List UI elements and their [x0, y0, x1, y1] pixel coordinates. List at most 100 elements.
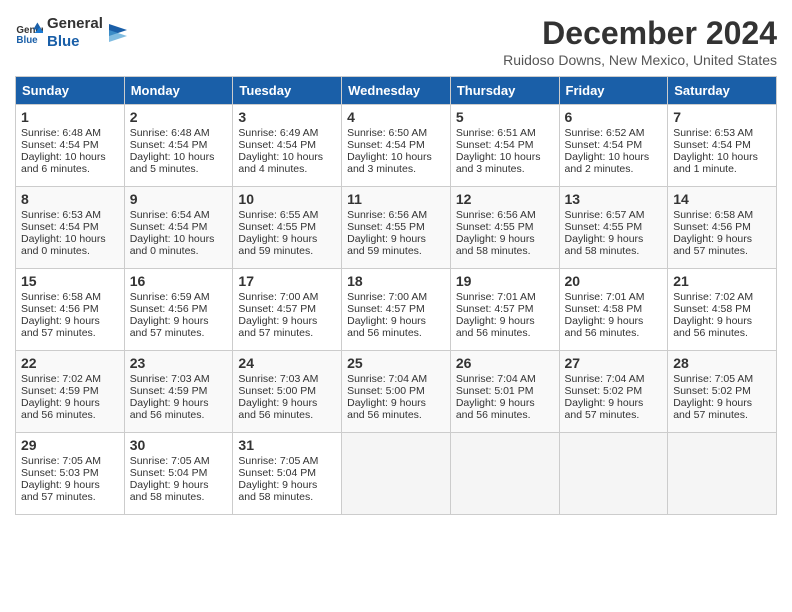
day-info: Sunset: 5:01 PM: [456, 385, 554, 397]
day-number: 16: [130, 273, 228, 289]
day-number: 24: [238, 355, 336, 371]
day-info: Sunset: 4:56 PM: [130, 303, 228, 315]
location: Ruidoso Downs, New Mexico, United States: [503, 52, 777, 68]
day-info: and 0 minutes.: [21, 245, 119, 257]
day-info: Daylight: 9 hours: [456, 397, 554, 409]
calendar-cell: 17Sunrise: 7:00 AMSunset: 4:57 PMDayligh…: [233, 269, 342, 351]
calendar-cell: 27Sunrise: 7:04 AMSunset: 5:02 PMDayligh…: [559, 351, 668, 433]
day-number: 18: [347, 273, 445, 289]
day-number: 30: [130, 437, 228, 453]
week-row-1: 1Sunrise: 6:48 AMSunset: 4:54 PMDaylight…: [16, 105, 777, 187]
logo-blue: Blue: [47, 33, 103, 51]
day-info: Daylight: 9 hours: [565, 397, 663, 409]
day-info: Sunrise: 7:00 AM: [238, 291, 336, 303]
day-info: Daylight: 9 hours: [238, 479, 336, 491]
calendar-cell: 14Sunrise: 6:58 AMSunset: 4:56 PMDayligh…: [668, 187, 777, 269]
day-info: and 5 minutes.: [130, 163, 228, 175]
day-number: 7: [673, 109, 771, 125]
day-info: and 58 minutes.: [130, 491, 228, 503]
day-info: Daylight: 9 hours: [456, 315, 554, 327]
day-number: 10: [238, 191, 336, 207]
day-info: Daylight: 9 hours: [130, 397, 228, 409]
day-info: Sunrise: 7:05 AM: [673, 373, 771, 385]
day-number: 27: [565, 355, 663, 371]
day-info: Sunset: 4:59 PM: [130, 385, 228, 397]
day-number: 29: [21, 437, 119, 453]
day-info: Daylight: 9 hours: [347, 315, 445, 327]
day-info: Sunrise: 6:48 AM: [21, 127, 119, 139]
day-info: and 56 minutes.: [21, 409, 119, 421]
calendar-cell: 28Sunrise: 7:05 AMSunset: 5:02 PMDayligh…: [668, 351, 777, 433]
calendar-cell: 26Sunrise: 7:04 AMSunset: 5:01 PMDayligh…: [450, 351, 559, 433]
day-number: 21: [673, 273, 771, 289]
calendar-cell: 8Sunrise: 6:53 AMSunset: 4:54 PMDaylight…: [16, 187, 125, 269]
day-info: Daylight: 10 hours: [21, 151, 119, 163]
day-info: Sunrise: 6:50 AM: [347, 127, 445, 139]
day-info: Sunrise: 6:58 AM: [673, 209, 771, 221]
day-info: and 58 minutes.: [565, 245, 663, 257]
month-title: December 2024: [503, 15, 777, 52]
day-info: and 59 minutes.: [347, 245, 445, 257]
day-number: 22: [21, 355, 119, 371]
weekday-header-friday: Friday: [559, 77, 668, 105]
day-info: and 58 minutes.: [456, 245, 554, 257]
day-info: and 56 minutes.: [347, 409, 445, 421]
calendar-cell: 3Sunrise: 6:49 AMSunset: 4:54 PMDaylight…: [233, 105, 342, 187]
day-info: and 57 minutes.: [21, 327, 119, 339]
day-info: Sunset: 4:57 PM: [238, 303, 336, 315]
day-info: Daylight: 9 hours: [130, 479, 228, 491]
day-info: Sunset: 4:55 PM: [565, 221, 663, 233]
day-info: Daylight: 9 hours: [456, 233, 554, 245]
day-number: 20: [565, 273, 663, 289]
day-info: Sunrise: 7:05 AM: [130, 455, 228, 467]
day-info: Daylight: 9 hours: [21, 479, 119, 491]
day-number: 17: [238, 273, 336, 289]
calendar-cell: 30 Sunrise: 7:05 AMSunset: 5:04 PMDayligh…: [124, 433, 233, 515]
day-info: Sunset: 4:59 PM: [21, 385, 119, 397]
svg-text:Blue: Blue: [16, 35, 38, 46]
day-info: Sunset: 5:00 PM: [238, 385, 336, 397]
day-info: Daylight: 9 hours: [130, 315, 228, 327]
day-number: 13: [565, 191, 663, 207]
day-info: Daylight: 9 hours: [238, 397, 336, 409]
day-info: Sunset: 4:54 PM: [673, 139, 771, 151]
day-info: and 56 minutes.: [456, 327, 554, 339]
day-info: Daylight: 9 hours: [673, 233, 771, 245]
day-info: Sunset: 4:57 PM: [456, 303, 554, 315]
calendar-cell: 1Sunrise: 6:48 AMSunset: 4:54 PMDaylight…: [16, 105, 125, 187]
day-info: and 57 minutes.: [238, 327, 336, 339]
calendar-cell: [450, 433, 559, 515]
day-number: 8: [21, 191, 119, 207]
calendar-cell: 21Sunrise: 7:02 AMSunset: 4:58 PMDayligh…: [668, 269, 777, 351]
calendar-cell: 9Sunrise: 6:54 AMSunset: 4:54 PMDaylight…: [124, 187, 233, 269]
day-info: Sunrise: 6:49 AM: [238, 127, 336, 139]
calendar-cell: [342, 433, 451, 515]
day-number: 25: [347, 355, 445, 371]
day-info: Daylight: 9 hours: [21, 315, 119, 327]
day-info: Sunset: 4:54 PM: [565, 139, 663, 151]
day-number: 4: [347, 109, 445, 125]
weekday-header-tuesday: Tuesday: [233, 77, 342, 105]
calendar-cell: 13Sunrise: 6:57 AMSunset: 4:55 PMDayligh…: [559, 187, 668, 269]
day-info: Sunset: 5:03 PM: [21, 467, 119, 479]
day-info: Sunset: 4:54 PM: [130, 139, 228, 151]
day-info: Sunrise: 7:02 AM: [673, 291, 771, 303]
calendar-cell: [668, 433, 777, 515]
day-info: Sunset: 5:04 PM: [238, 467, 336, 479]
day-info: and 56 minutes.: [565, 327, 663, 339]
day-info: Sunset: 4:58 PM: [565, 303, 663, 315]
day-info: Sunset: 5:04 PM: [130, 467, 228, 479]
day-info: Sunset: 4:56 PM: [673, 221, 771, 233]
calendar-cell: 7Sunrise: 6:53 AMSunset: 4:54 PMDaylight…: [668, 105, 777, 187]
day-info: Sunset: 5:02 PM: [673, 385, 771, 397]
calendar-cell: 19Sunrise: 7:01 AMSunset: 4:57 PMDayligh…: [450, 269, 559, 351]
day-info: Sunrise: 6:55 AM: [238, 209, 336, 221]
week-row-4: 22Sunrise: 7:02 AMSunset: 4:59 PMDayligh…: [16, 351, 777, 433]
day-info: and 56 minutes.: [238, 409, 336, 421]
weekday-header-wednesday: Wednesday: [342, 77, 451, 105]
day-info: Sunrise: 6:58 AM: [21, 291, 119, 303]
day-info: Sunset: 4:55 PM: [238, 221, 336, 233]
calendar-cell: 6Sunrise: 6:52 AMSunset: 4:54 PMDaylight…: [559, 105, 668, 187]
day-info: Sunrise: 6:56 AM: [347, 209, 445, 221]
day-number: 19: [456, 273, 554, 289]
